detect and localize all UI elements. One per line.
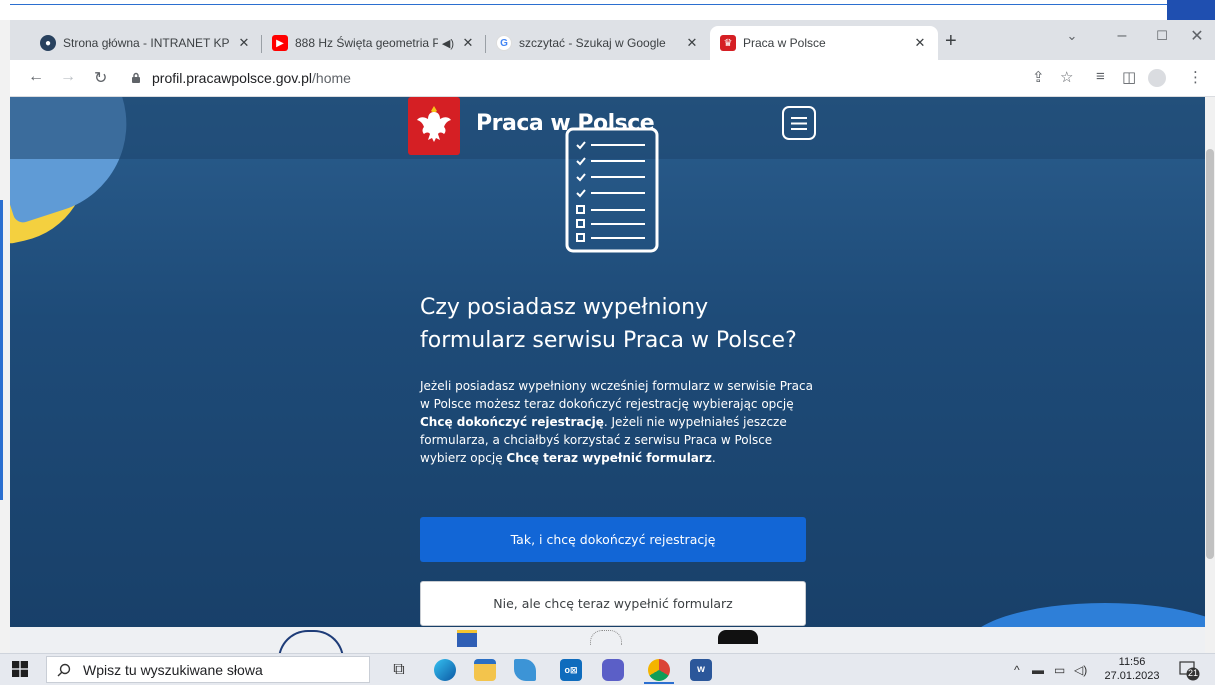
tab-title: Strona główna - INTRANET KPRM — [63, 36, 230, 50]
youtube-favicon-icon: ▶ — [272, 35, 288, 51]
hamburger-icon — [791, 116, 807, 130]
page-heading: Czy posiadasz wypełniony formularz serwi… — [420, 295, 797, 353]
minimize-button[interactable]: – — [1100, 20, 1144, 52]
tab-search-chevron-icon[interactable]: ⌄ — [1050, 20, 1094, 52]
windows-start-icon[interactable] — [12, 661, 28, 677]
explanation-bold: Chcę teraz wypełnić formularz — [506, 451, 712, 465]
browser-window: ● Strona główna - INTRANET KPRM ✕ ▶ 888 … — [10, 20, 1215, 653]
profile-avatar-icon[interactable] — [1148, 69, 1166, 87]
scrollbar-thumb[interactable] — [1206, 149, 1214, 559]
back-icon[interactable]: ← — [28, 68, 44, 86]
share-icon[interactable]: ⇪ — [1032, 68, 1045, 86]
checklist-illustration-icon — [565, 127, 659, 253]
tab-intranet[interactable]: ● Strona główna - INTRANET KPRM ✕ — [30, 26, 262, 60]
explanation-part: Jeżeli posiadasz wypełniony wcześniej fo… — [420, 379, 813, 411]
clock-date: 27.01.2023 — [1104, 670, 1160, 682]
tab-title: 888 Hz Święta geometria Prz — [295, 36, 438, 50]
explanation-bold: Chcę dokończyć rejestrację — [420, 415, 604, 429]
word-icon[interactable]: w — [690, 659, 712, 681]
reading-list-icon[interactable]: ≡ — [1096, 68, 1105, 85]
finish-registration-button[interactable]: Tak, i chcę dokończyć rejestrację — [420, 517, 806, 562]
bookmark-star-icon[interactable]: ☆ — [1060, 68, 1073, 86]
tab-close-icon[interactable]: ✕ — [236, 35, 252, 51]
teams-icon[interactable] — [602, 659, 624, 681]
tab-close-icon[interactable]: ✕ — [460, 35, 476, 51]
app-icon[interactable] — [514, 659, 536, 681]
browser-toolbar: ← → ↻ profil.pracawpolsce.gov.pl/home ⇪ … — [10, 60, 1215, 97]
url-domain: profil.pracawpolsce.gov.pl — [152, 70, 313, 86]
tab-close-icon[interactable]: ✕ — [684, 35, 700, 51]
volume-icon[interactable]: ◁) — [1074, 663, 1087, 677]
chrome-icon[interactable] — [648, 659, 670, 681]
taskbar-clock[interactable]: 11:56 27.01.2023 — [1104, 655, 1160, 683]
forward-icon[interactable]: → — [60, 68, 76, 86]
page-scrollbar[interactable] — [1205, 97, 1215, 653]
partner-logo[interactable] — [457, 630, 477, 647]
tab-youtube[interactable]: ▶ 888 Hz Święta geometria Prz ◀) ✕ — [262, 26, 486, 60]
clock-time: 11:56 — [1118, 656, 1146, 668]
tab-title: szczytać - Szukaj w Google — [519, 36, 666, 50]
battery-icon[interactable]: ▬ — [1032, 663, 1044, 677]
hamburger-menu-button[interactable] — [782, 106, 816, 140]
windows-taskbar: Wpisz tu wyszukiwane słowa ⧉ o⊠ w ^ ▬ ▭ … — [0, 653, 1215, 685]
white-eagle-icon — [417, 106, 451, 142]
tab-praca-w-polsce[interactable]: ♛ Praca w Polsce ✕ — [710, 26, 938, 60]
side-panel-icon[interactable]: ◫ — [1122, 68, 1136, 86]
reload-icon[interactable]: ↻ — [94, 68, 107, 88]
notifications-button[interactable]: 21 — [1178, 659, 1200, 681]
partner-logo[interactable] — [590, 630, 622, 645]
network-icon[interactable]: ▭ — [1054, 663, 1065, 677]
file-explorer-icon[interactable] — [474, 659, 496, 681]
polish-emblem-logo[interactable] — [408, 97, 460, 155]
task-view-icon[interactable]: ⧉ — [388, 659, 410, 681]
new-tab-button[interactable]: + — [945, 30, 957, 53]
address-bar[interactable]: profil.pracawpolsce.gov.pl/home — [130, 64, 1010, 92]
tab-title: Praca w Polsce — [743, 36, 826, 50]
google-favicon-icon: G — [496, 35, 512, 51]
show-hidden-icons-chevron-icon[interactable]: ^ — [1014, 663, 1020, 677]
tab-strip: ● Strona główna - INTRANET KPRM ✕ ▶ 888 … — [10, 20, 1215, 60]
search-icon — [57, 663, 71, 676]
close-window-button[interactable]: ✕ — [1175, 20, 1215, 52]
speaker-icon[interactable]: ◀) — [442, 37, 454, 50]
fill-form-now-button[interactable]: Nie, ale chcę teraz wypełnić formularz — [420, 581, 806, 626]
notification-count: 21 — [1188, 668, 1199, 678]
explanation-text: Jeżeli posiadasz wypełniony wcześniej fo… — [420, 377, 820, 467]
praca-favicon-icon: ♛ — [720, 35, 736, 51]
edge-icon[interactable] — [434, 659, 456, 681]
intranet-favicon-icon: ● — [40, 35, 56, 51]
tab-close-icon[interactable]: ✕ — [912, 35, 928, 51]
url-path: /home — [312, 70, 351, 86]
explanation-part: . — [711, 451, 716, 465]
outlook-icon[interactable]: o⊠ — [560, 659, 582, 681]
taskbar-search-input[interactable]: Wpisz tu wyszukiwane słowa — [46, 656, 370, 683]
search-placeholder: Wpisz tu wyszukiwane słowa — [83, 661, 263, 678]
partner-logo[interactable] — [718, 630, 758, 644]
tab-google[interactable]: G szczytać - Szukaj w Google ✕ — [486, 26, 710, 60]
desktop-top-edge — [0, 0, 1215, 20]
page-viewport: Praca w Polsce Czy posiadasz wypełniony … — [10, 97, 1205, 653]
menu-kebab-icon[interactable]: ⋮ — [1188, 68, 1203, 86]
lock-icon — [132, 72, 140, 83]
